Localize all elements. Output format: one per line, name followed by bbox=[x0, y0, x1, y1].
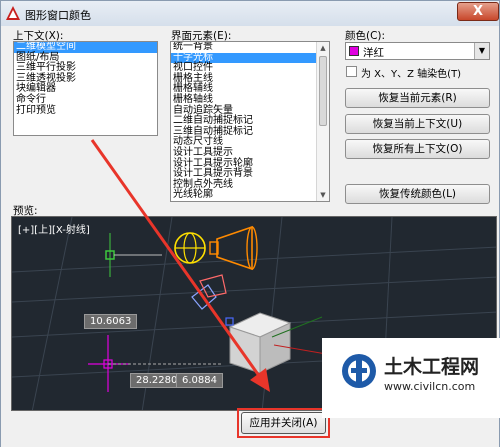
interface-list-item[interactable]: 栅格轴线 bbox=[171, 94, 317, 106]
restore-all-contexts-button[interactable]: 恢复所有上下文(O) bbox=[345, 139, 490, 159]
color-label: 颜色(C): bbox=[345, 30, 386, 42]
scroll-thumb[interactable] bbox=[319, 56, 327, 126]
interface-list-item[interactable]: 统一背景 bbox=[171, 42, 317, 53]
close-button[interactable]: X bbox=[457, 2, 499, 21]
interface-list-item[interactable]: 光线轮廓 bbox=[171, 190, 317, 201]
interface-list-item[interactable]: 设计工具提示 bbox=[171, 147, 317, 159]
dimension-value-3: 6.0884 bbox=[176, 373, 223, 388]
tint-xyz-label: 为 X、Y、Z 轴染色(T) bbox=[361, 69, 462, 80]
context-list-item[interactable]: 打印预览 bbox=[14, 105, 157, 117]
chevron-down-icon[interactable]: ▼ bbox=[474, 43, 489, 59]
watermark-brand: 土木工程网 bbox=[384, 356, 480, 378]
title-bar: 图形窗口颜色 X bbox=[0, 0, 500, 26]
color-dropdown[interactable]: 洋红 ▼ bbox=[345, 42, 490, 60]
cube-icon bbox=[228, 312, 292, 374]
scroll-down-icon[interactable]: ▼ bbox=[317, 189, 329, 201]
dimension-value-1: 10.6063 bbox=[84, 314, 138, 329]
spotlight-icon bbox=[209, 225, 258, 271]
interface-list-scrollbar[interactable]: ▲ ▼ bbox=[316, 42, 329, 201]
civilcn-logo-icon bbox=[342, 354, 376, 388]
color-value: 洋红 bbox=[363, 47, 384, 59]
color-swatch bbox=[349, 46, 359, 56]
context-listbox[interactable]: 二维模型空间 图纸/布局 三维平行投影 三维透视投影 块编辑器 命令行 打印预览 bbox=[13, 41, 158, 136]
highlight-box bbox=[237, 408, 330, 438]
watermark-url: www.civilcn.com bbox=[384, 380, 476, 393]
interface-element-listbox[interactable]: 统一背景 十字光标 视口控件 栅格主线 栅格辅线 栅格轴线 自动追踪矢量 二维自动捕捉标记 三维… bbox=[170, 41, 330, 202]
autocad-app-icon bbox=[6, 6, 20, 20]
restore-current-element-button[interactable]: 恢复当前元素(R) bbox=[345, 88, 490, 108]
viewport-label[interactable]: [+][上][X-射线] bbox=[18, 221, 90, 236]
watermark: 土木工程网 www.civilcn.com bbox=[322, 338, 500, 418]
scroll-up-icon[interactable]: ▲ bbox=[317, 42, 329, 54]
context-list-item[interactable]: 命令行 bbox=[14, 94, 157, 106]
window-title: 图形窗口颜色 bbox=[25, 9, 91, 22]
restore-classic-colors-button[interactable]: 恢复传统颜色(L) bbox=[345, 184, 490, 204]
restore-current-context-button[interactable]: 恢复当前上下文(U) bbox=[345, 114, 490, 134]
sphere-light-icon bbox=[174, 232, 206, 264]
context-list-item[interactable]: 二维模型空间 bbox=[14, 42, 157, 53]
tint-xyz-checkbox[interactable] bbox=[346, 66, 357, 77]
grip-square bbox=[225, 317, 234, 326]
